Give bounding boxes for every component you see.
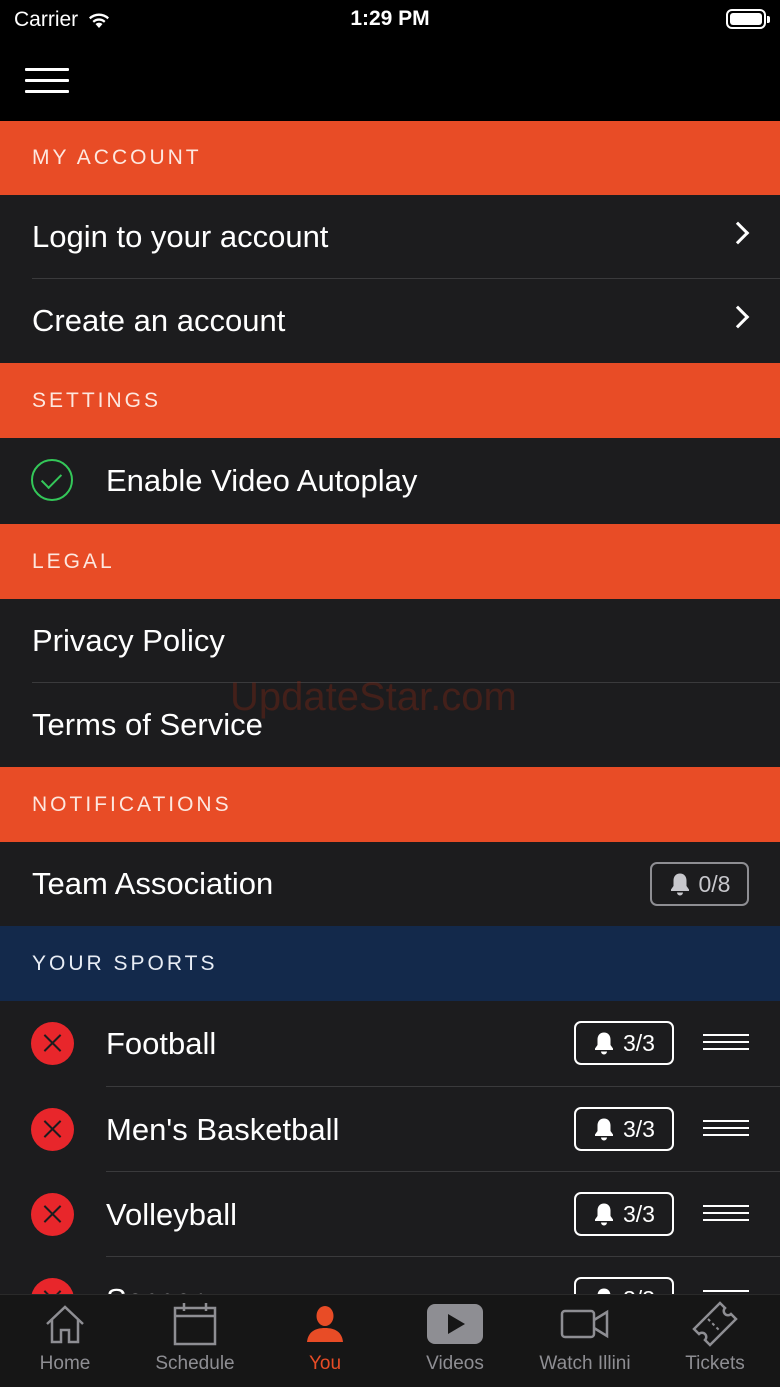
remove-sport-icon[interactable] (31, 1278, 74, 1294)
video-autoplay-row[interactable]: Enable Video Autoplay (0, 438, 780, 524)
tab-you[interactable]: You (260, 1295, 390, 1387)
bell-icon (595, 1118, 613, 1141)
remove-sport-icon[interactable] (31, 1108, 74, 1151)
remove-sport-icon[interactable] (31, 1193, 74, 1236)
sport-label: Soccer (106, 1282, 202, 1295)
status-time: 1:29 PM (350, 7, 430, 30)
sport-label: Men's Basketball (106, 1111, 340, 1147)
chevron-right-icon (726, 305, 750, 329)
sport-alert-count: 3/3 (623, 1286, 655, 1295)
login-row[interactable]: Login to your account (0, 195, 780, 279)
tab-home[interactable]: Home (0, 1295, 130, 1387)
person-icon (307, 1306, 343, 1342)
battery-icon (726, 9, 770, 29)
sport-alert-badge[interactable]: 3/3 (574, 1192, 674, 1236)
team-association-row[interactable]: Team Association 0/8 (0, 842, 780, 926)
sport-alert-count: 3/3 (623, 1029, 655, 1056)
sport-row-soccer[interactable]: Soccer 3/3 (0, 1257, 780, 1294)
tab-bar: Home Schedule You Videos Watch Illini Ti… (0, 1294, 780, 1387)
section-header-notifications: NOTIFICATIONS (0, 767, 780, 842)
play-icon (427, 1304, 483, 1344)
bell-icon (597, 1288, 611, 1294)
drag-handle-icon[interactable] (703, 1120, 749, 1138)
sport-row-volleyball[interactable]: Volleyball 3/3 (0, 1172, 780, 1257)
create-account-label: Create an account (32, 303, 286, 338)
nav-bar (0, 40, 780, 121)
watermark: UpdateStar.com (230, 675, 517, 719)
sport-alert-count: 3/3 (623, 1200, 655, 1227)
tab-label: Schedule (155, 1353, 235, 1374)
notification-count: 0/8 (698, 870, 731, 897)
tab-schedule[interactable]: Schedule (130, 1295, 260, 1387)
team-association-label: Team Association (32, 866, 274, 901)
tab-label: Videos (426, 1353, 484, 1374)
section-header-legal: LEGAL (0, 524, 780, 599)
video-autoplay-label: Enable Video Autoplay (106, 463, 418, 498)
bell-icon (595, 1203, 613, 1226)
section-header-your-sports: YOUR SPORTS (0, 926, 780, 1001)
bell-icon (670, 873, 689, 896)
login-label: Login to your account (32, 219, 329, 254)
drag-handle-icon[interactable] (703, 1205, 749, 1223)
sport-alert-count: 3/3 (623, 1115, 655, 1142)
settings-list[interactable]: MY ACCOUNT Login to your account Create … (0, 121, 780, 1294)
notification-count-badge[interactable]: 0/8 (650, 862, 749, 906)
tab-label: Home (39, 1353, 91, 1374)
tab-tickets[interactable]: Tickets (650, 1295, 780, 1387)
sport-row-mens-basketball[interactable]: Men's Basketball 3/3 (0, 1087, 780, 1172)
tab-watch-illini[interactable]: Watch Illini (520, 1295, 650, 1387)
ticket-icon (692, 1301, 738, 1347)
sport-row-football[interactable]: Football 3/3 (0, 1001, 780, 1087)
tab-videos[interactable]: Videos (390, 1295, 520, 1387)
sport-alert-badge[interactable]: 3/3 (574, 1277, 674, 1294)
create-account-row[interactable]: Create an account (0, 279, 780, 363)
home-icon (46, 1305, 84, 1344)
video-camera-icon (560, 1309, 609, 1339)
tab-label: Tickets (685, 1353, 745, 1374)
terms-of-service-label: Terms of Service (32, 707, 263, 742)
tab-label: You (308, 1353, 342, 1374)
calendar-icon (173, 1303, 217, 1346)
privacy-policy-label: Privacy Policy (32, 623, 225, 658)
hamburger-menu-icon[interactable] (25, 68, 69, 94)
remove-sport-icon[interactable] (31, 1022, 74, 1065)
sport-alert-badge[interactable]: 3/3 (574, 1021, 674, 1065)
status-bar: Carrier 1:29 PM (0, 0, 780, 40)
sport-alert-badge[interactable]: 3/3 (574, 1107, 674, 1151)
sport-label: Volleyball (106, 1196, 237, 1232)
privacy-policy-row[interactable]: Privacy Policy (0, 599, 780, 683)
tab-label: Watch Illini (539, 1353, 631, 1374)
drag-handle-icon[interactable] (703, 1034, 749, 1052)
checkmark-circle-icon[interactable] (31, 459, 73, 501)
section-header-my-account: MY ACCOUNT (0, 121, 780, 195)
sport-label: Football (106, 1026, 217, 1061)
section-header-settings: SETTINGS (0, 363, 780, 438)
chevron-right-icon (726, 221, 750, 245)
bell-icon (595, 1032, 613, 1055)
